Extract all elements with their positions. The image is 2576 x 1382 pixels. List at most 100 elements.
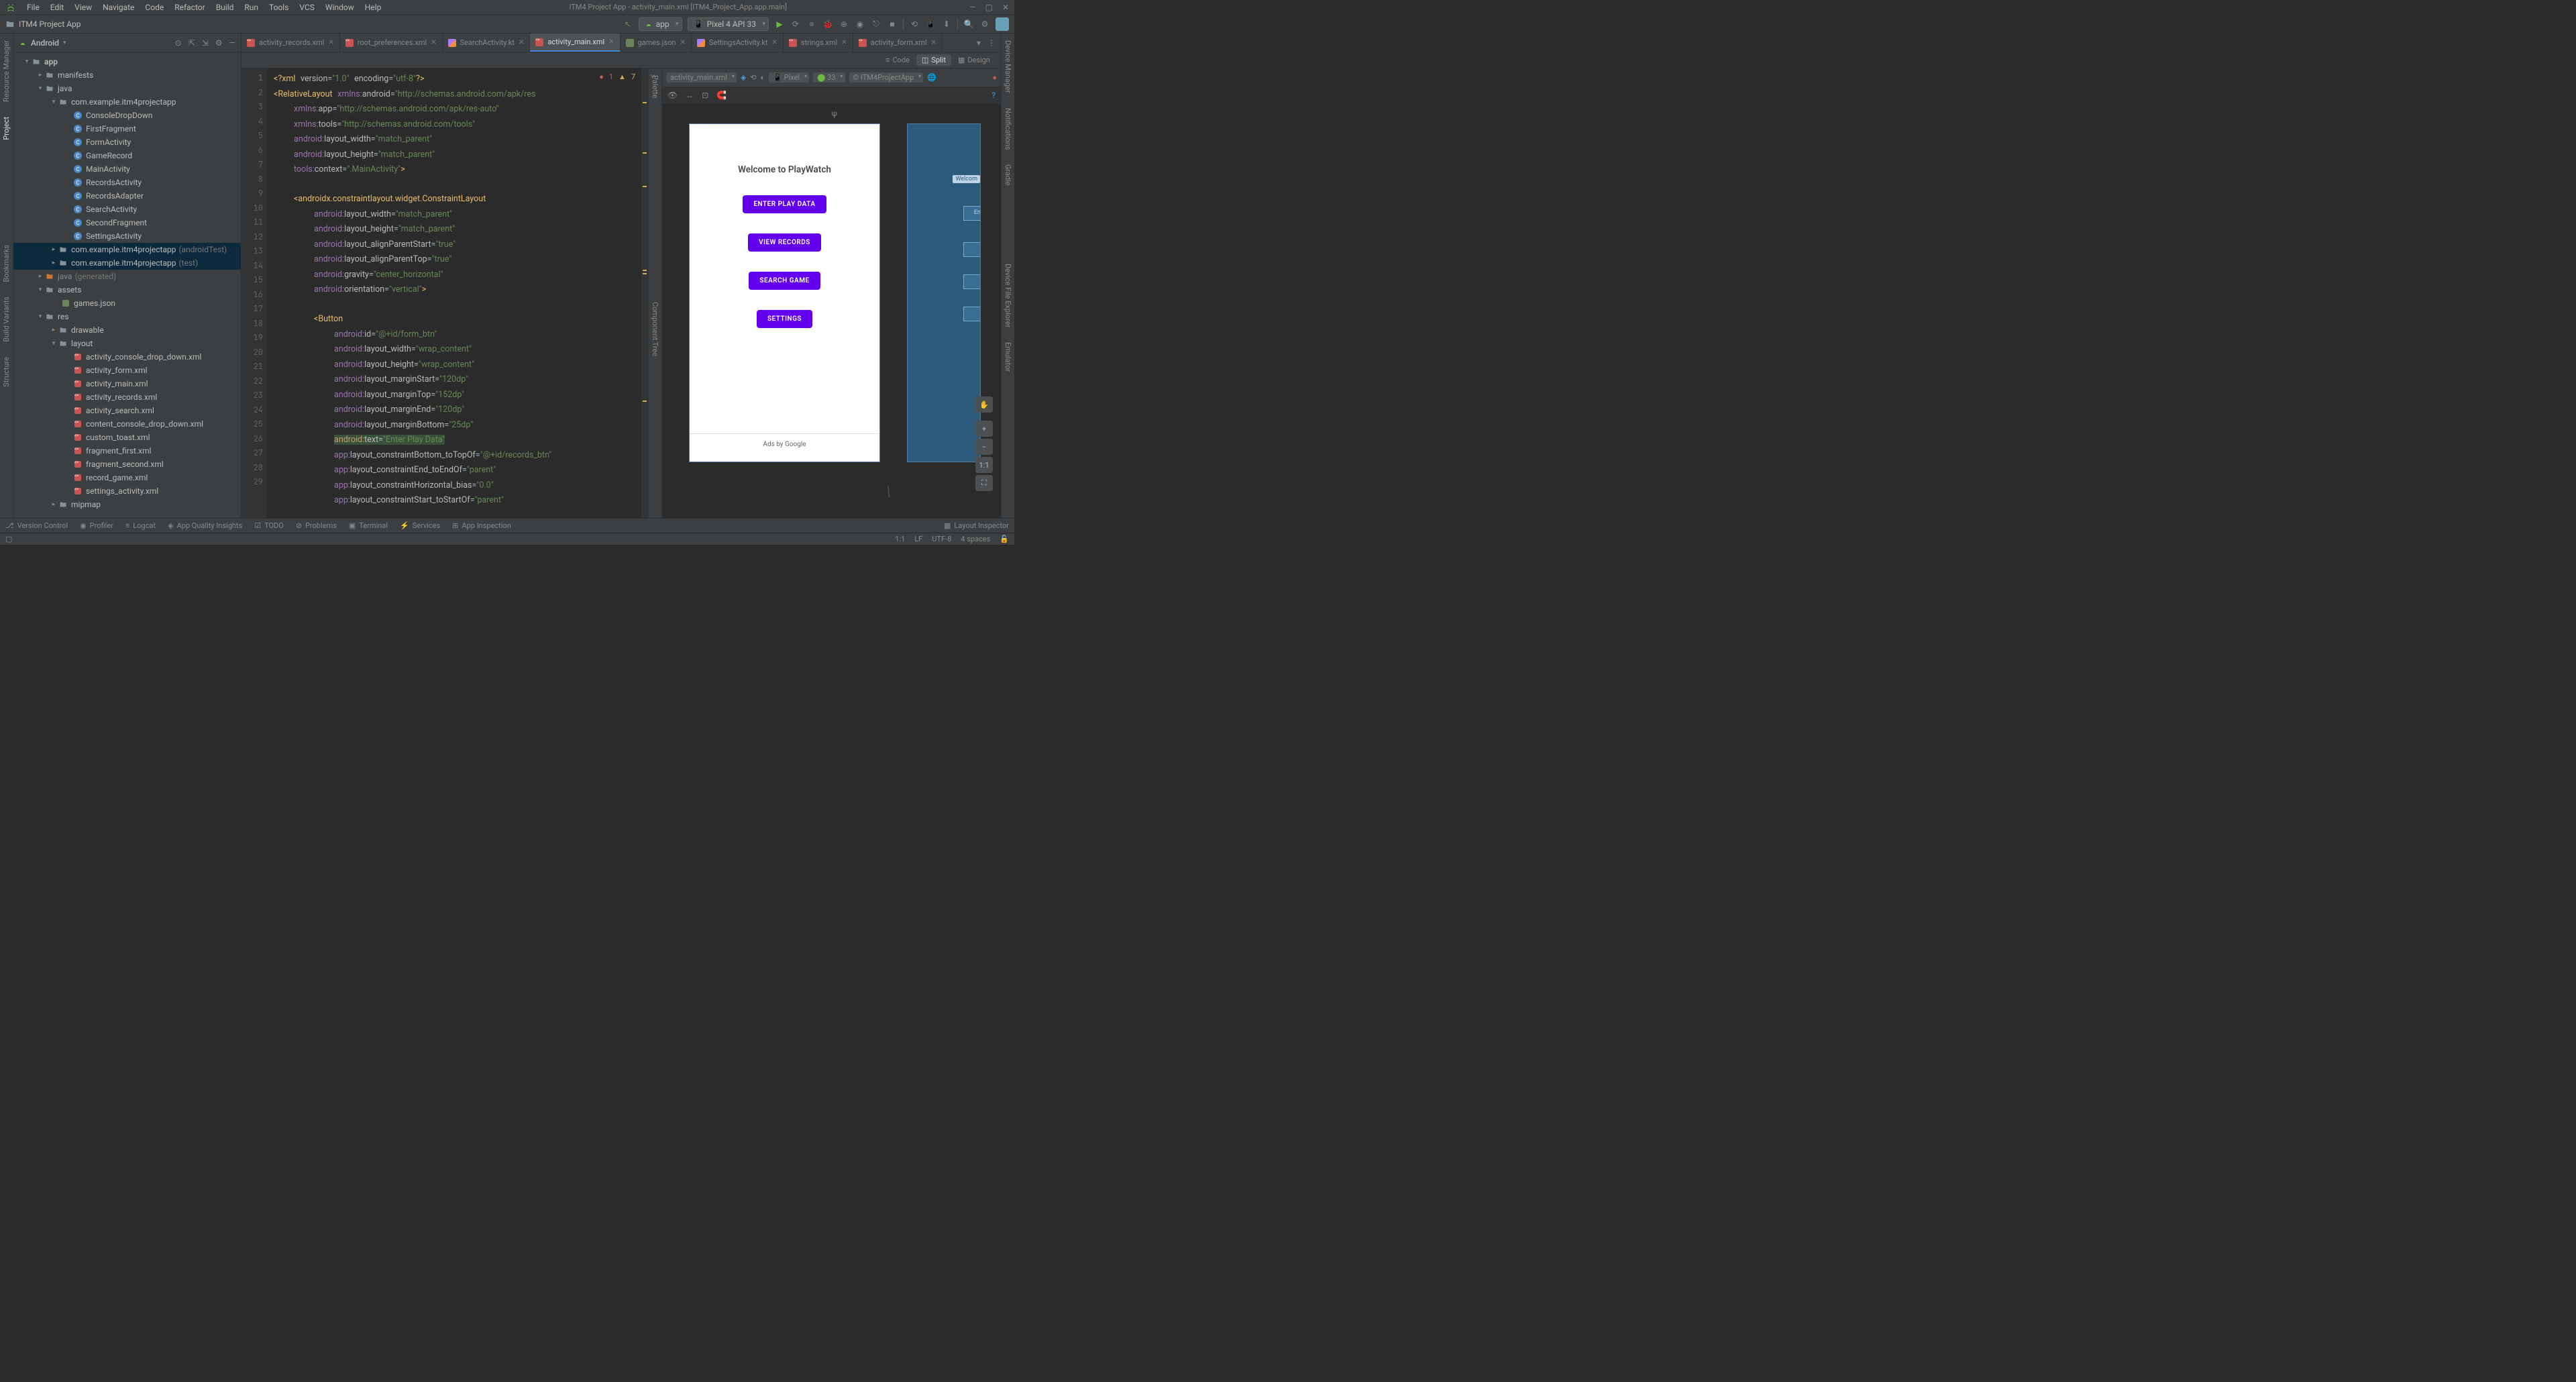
rail-device-manager[interactable]: Device Manager xyxy=(1004,38,1012,96)
viewmode-code[interactable]: ≡Code xyxy=(880,54,915,66)
bb-profiler[interactable]: ◉Profiler xyxy=(80,521,113,530)
apply-code-changes-icon[interactable]: ≡ xyxy=(806,19,817,30)
theme-dropdown[interactable]: © ITM4ProjectApp xyxy=(849,72,924,83)
menu-window[interactable]: Window xyxy=(320,3,360,12)
run-icon[interactable]: ▶ xyxy=(774,19,785,30)
next-highlight-icon[interactable]: ˅ xyxy=(651,72,655,81)
editor-tab[interactable]: activity_form.xml✕ xyxy=(853,34,943,52)
apply-changes-icon[interactable]: ⟳ xyxy=(790,19,801,30)
panel-settings-icon[interactable]: ⚙ xyxy=(215,38,223,48)
window-minimize-icon[interactable]: — xyxy=(969,3,975,12)
tree-file-layout[interactable]: content_console_drop_down.xml xyxy=(13,417,241,431)
tree-class[interactable]: CFormActivity xyxy=(13,136,241,149)
stop-icon[interactable]: ■ xyxy=(887,19,898,30)
margins-icon[interactable]: 🧲 xyxy=(716,91,727,100)
viewmode-design[interactable]: ▦Design xyxy=(953,54,996,66)
window-close-icon[interactable]: ✕ xyxy=(1002,3,1009,12)
preview-button-settings[interactable]: SETTINGS xyxy=(757,310,812,328)
tree-file-layout[interactable]: fragment_first.xml xyxy=(13,444,241,458)
rail-bookmarks[interactable]: Bookmarks xyxy=(2,242,11,285)
user-avatar[interactable] xyxy=(996,17,1009,31)
editor-tab[interactable]: games.json✕ xyxy=(621,34,692,52)
phone-preview[interactable]: Welcome to PlayWatch ENTER PLAY DATA VIE… xyxy=(689,123,880,462)
bb-app-quality[interactable]: ◈App Quality Insights xyxy=(168,521,242,530)
tree-node-mipmap[interactable]: ▸mipmap xyxy=(13,498,241,511)
sdk-manager-icon[interactable]: ⬇ xyxy=(941,19,952,30)
handle-icon[interactable]: ψ xyxy=(832,109,837,118)
expand-all-icon[interactable]: ⇱ xyxy=(189,38,195,48)
device-type-dropdown[interactable]: 📱 Pixel xyxy=(769,72,809,83)
error-icon[interactable]: ● xyxy=(599,72,604,81)
project-view-dropdown[interactable]: Android ▾ xyxy=(19,38,66,48)
blueprint-button[interactable]: En xyxy=(963,206,981,221)
close-tab-icon[interactable]: ✕ xyxy=(772,39,777,46)
preview-button-enter[interactable]: ENTER PLAY DATA xyxy=(743,195,826,213)
rail-device-file-explorer[interactable]: Device File Explorer xyxy=(1004,261,1012,330)
close-tab-icon[interactable]: ✕ xyxy=(931,39,936,46)
tree-node-package-main[interactable]: ▾com.example.itm4projectapp xyxy=(13,95,241,109)
orientation-icon[interactable]: ⟲ xyxy=(750,73,756,82)
blueprint-button[interactable] xyxy=(963,242,981,257)
viewmode-split[interactable]: ◫Split xyxy=(916,54,951,66)
autoconnect-icon[interactable]: ⊡ xyxy=(702,91,708,100)
menu-navigate[interactable]: Navigate xyxy=(97,3,140,12)
tree-file-games-json[interactable]: games.json xyxy=(13,297,241,310)
bb-app-inspection[interactable]: ⊞App Inspection xyxy=(452,521,511,530)
zoom-in-icon[interactable]: + xyxy=(975,421,993,437)
menu-tools[interactable]: Tools xyxy=(264,3,294,12)
rail-structure[interactable]: Structure xyxy=(2,354,11,390)
tree-class[interactable]: CRecordsAdapter xyxy=(13,189,241,203)
zoom-out-icon[interactable]: − xyxy=(975,439,993,455)
bb-services[interactable]: ⚡Services xyxy=(400,521,440,530)
editor-tab-active[interactable]: activity_main.xml✕ xyxy=(530,34,620,52)
panel-hide-icon[interactable]: — xyxy=(229,38,235,48)
tree-class[interactable]: CConsoleDropDown xyxy=(13,109,241,122)
status-readonly-icon[interactable]: 🔓 xyxy=(1000,535,1009,543)
close-tab-icon[interactable]: ✕ xyxy=(608,38,614,46)
device-dropdown[interactable]: 📱 Pixel 4 API 33 xyxy=(688,17,769,31)
design-surface-icon[interactable]: ◈ xyxy=(741,73,746,82)
tree-node-package-test[interactable]: ▸com.example.itm4projectapp(test) xyxy=(13,256,241,270)
rail-notifications[interactable]: Notifications xyxy=(1004,105,1012,153)
preview-button-search[interactable]: SEARCH GAME xyxy=(749,272,820,290)
tree-class[interactable]: CSearchActivity xyxy=(13,203,241,216)
close-tab-icon[interactable]: ✕ xyxy=(431,39,436,46)
menu-view[interactable]: View xyxy=(69,3,97,12)
tree-file-layout[interactable]: custom_toast.xml xyxy=(13,431,241,444)
editor-tab[interactable]: strings.xml✕ xyxy=(784,34,853,52)
tree-node-res[interactable]: ▾res xyxy=(13,310,241,323)
status-cursor-pos[interactable]: 1:1 xyxy=(895,535,905,543)
marker-stripe[interactable] xyxy=(641,68,648,518)
chevron-down-icon[interactable]: ▾ xyxy=(977,38,981,48)
tree-file-layout[interactable]: activity_search.xml xyxy=(13,404,241,417)
tree-file-layout[interactable]: activity_main.xml xyxy=(13,377,241,390)
tree-node-java[interactable]: ▾java xyxy=(13,82,241,95)
tree-node-drawable[interactable]: ▸drawable xyxy=(13,323,241,337)
close-tab-icon[interactable]: ✕ xyxy=(680,39,685,46)
status-indent[interactable]: 4 spaces xyxy=(961,535,990,543)
tree-node-layout[interactable]: ▾layout xyxy=(13,337,241,350)
rail-resource-manager[interactable]: Resource Manager xyxy=(2,38,11,105)
tree-class[interactable]: CGameRecord xyxy=(13,149,241,162)
tree-file-layout[interactable]: record_game.xml xyxy=(13,471,241,484)
rail-project[interactable]: Project xyxy=(2,114,11,143)
tab-menu-icon[interactable]: ⋮ xyxy=(987,38,996,48)
project-tree[interactable]: ▾app ▸manifests ▾java ▾com.example.itm4p… xyxy=(13,52,241,518)
bb-version-control[interactable]: ⎇Version Control xyxy=(5,521,68,530)
tree-node-manifests[interactable]: ▸manifests xyxy=(13,68,241,82)
menu-file[interactable]: File xyxy=(21,3,45,12)
resize-handle-icon[interactable]: ⟋ xyxy=(881,484,898,500)
preview-button-view[interactable]: VIEW RECORDS xyxy=(748,233,821,252)
breadcrumb[interactable]: ITM4 Project App xyxy=(5,19,81,29)
help-icon[interactable]: ? xyxy=(991,91,996,100)
bb-problems[interactable]: ⊘Problems xyxy=(296,521,337,530)
error-indicator-icon[interactable]: ● xyxy=(992,73,997,82)
zoom-reset-icon[interactable]: 1:1 xyxy=(975,457,993,473)
bb-todo[interactable]: ☑TODO xyxy=(254,521,284,530)
close-tab-icon[interactable]: ✕ xyxy=(519,39,524,46)
menu-refactor[interactable]: Refactor xyxy=(169,3,210,12)
window-maximize-icon[interactable]: ▢ xyxy=(985,3,993,12)
tree-file-layout[interactable]: fragment_second.xml xyxy=(13,458,241,471)
bb-logcat[interactable]: ≡Logcat xyxy=(125,521,156,530)
design-surface[interactable]: ψ Welcome to PlayWatch ENTER PLAY DATA V… xyxy=(662,103,1001,518)
